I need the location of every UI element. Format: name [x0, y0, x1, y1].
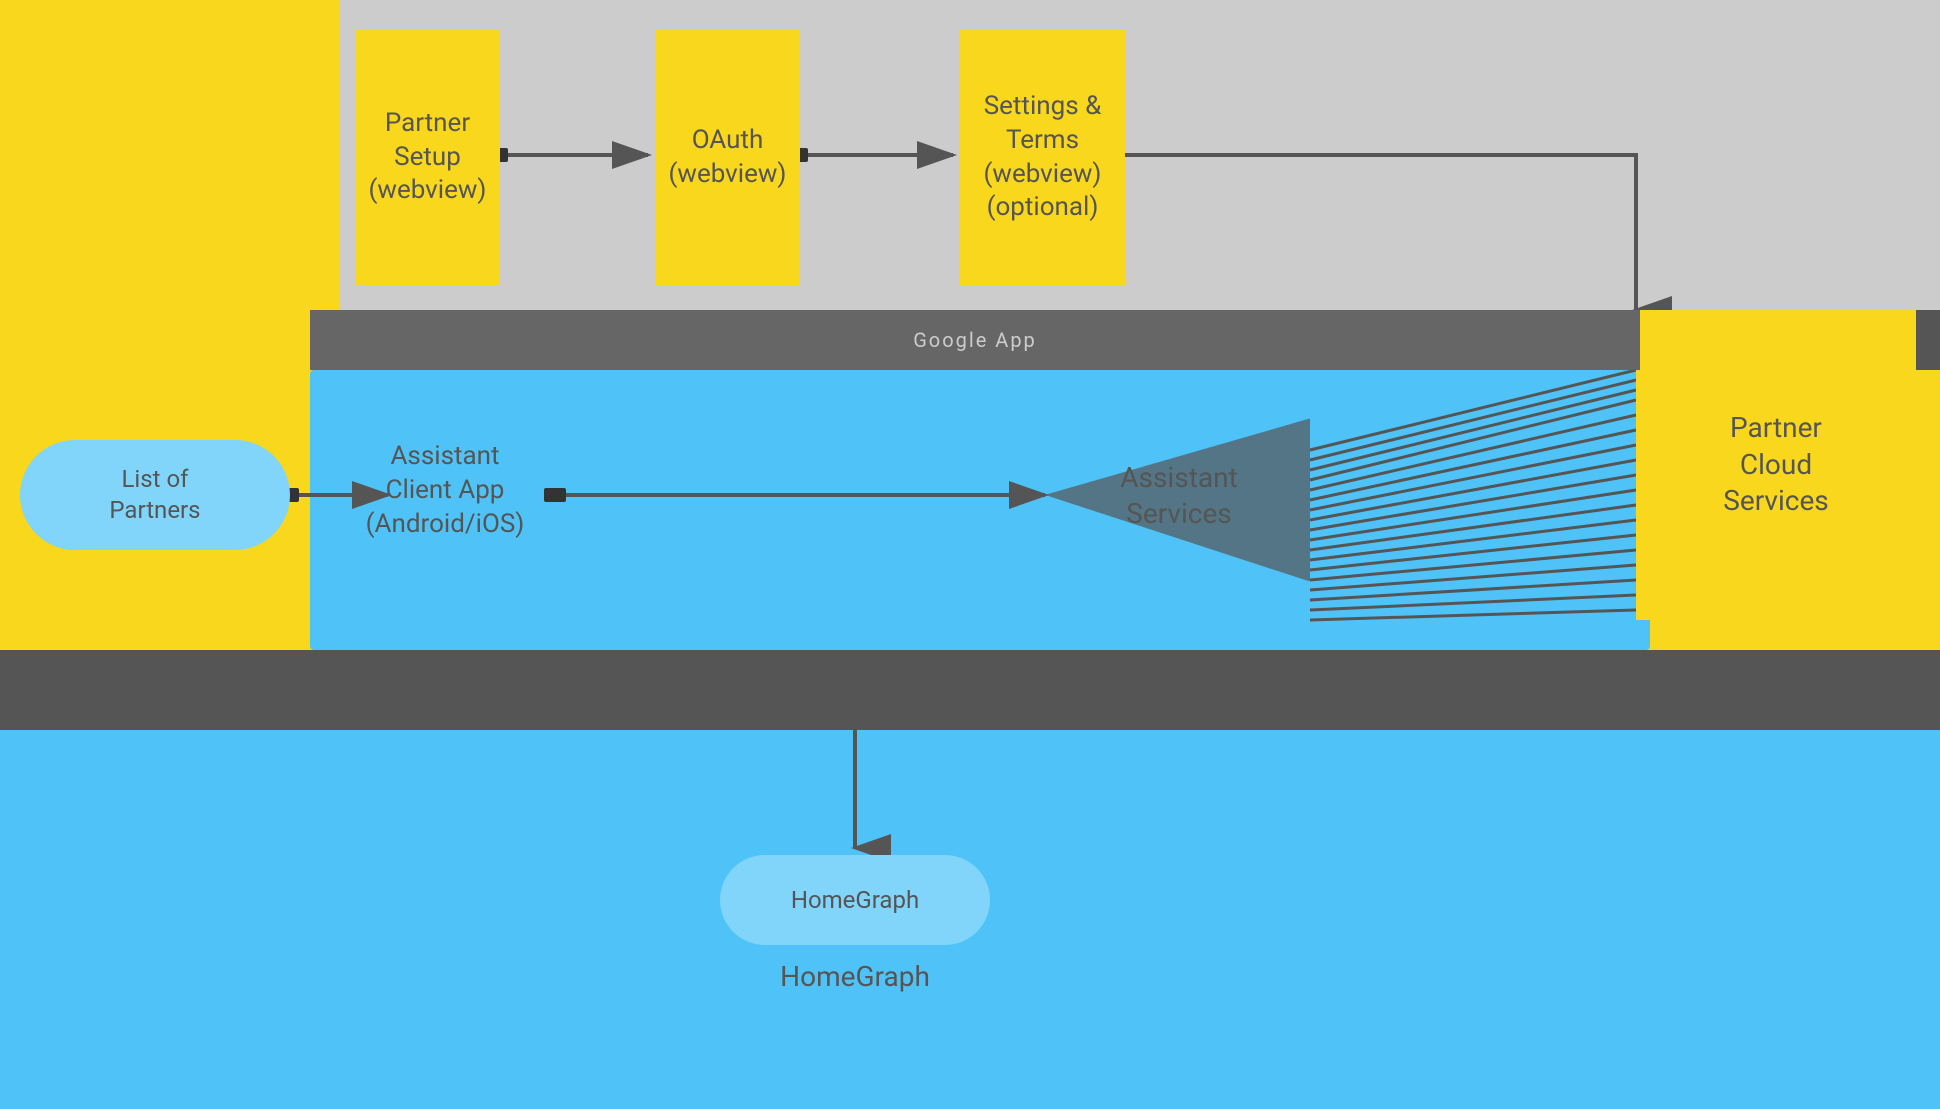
homegraph-oval-label: HomeGraph: [791, 886, 919, 914]
homegraph-label: HomeGraph: [780, 960, 930, 993]
oauth-box: OAuth(webview): [655, 30, 800, 285]
list-of-partners-label: List ofPartners: [109, 464, 200, 526]
homegraph-text-container: HomeGraph: [720, 960, 990, 993]
google-app-area-stripe: Google App: [310, 310, 1640, 370]
partner-cloud-services-box: PartnerCloudServices: [1636, 310, 1916, 620]
settings-terms-label: Settings &Terms(webview)(optional): [984, 90, 1102, 225]
assistant-client-app-container: AssistantClient App(Android/iOS): [340, 440, 550, 541]
list-of-partners-oval: List ofPartners: [20, 440, 290, 550]
oauth-label: OAuth(webview): [669, 124, 787, 192]
partner-setup-box: PartnerSetup(webview): [355, 30, 500, 285]
assistant-services-container: AssistantServices: [1054, 460, 1304, 533]
homegraph-oval: HomeGraph: [720, 855, 990, 945]
assistant-services-label: AssistantServices: [1120, 461, 1237, 530]
dark-bottom-stripe: [0, 650, 1940, 730]
google-app-area-label: Google App: [913, 328, 1037, 352]
partner-cloud-services-label: PartnerCloudServices: [1723, 410, 1829, 519]
partner-setup-label: PartnerSetup(webview): [369, 107, 487, 208]
assistant-client-app-label: AssistantClient App(Android/iOS): [366, 441, 525, 539]
settings-terms-box: Settings &Terms(webview)(optional): [960, 30, 1125, 285]
